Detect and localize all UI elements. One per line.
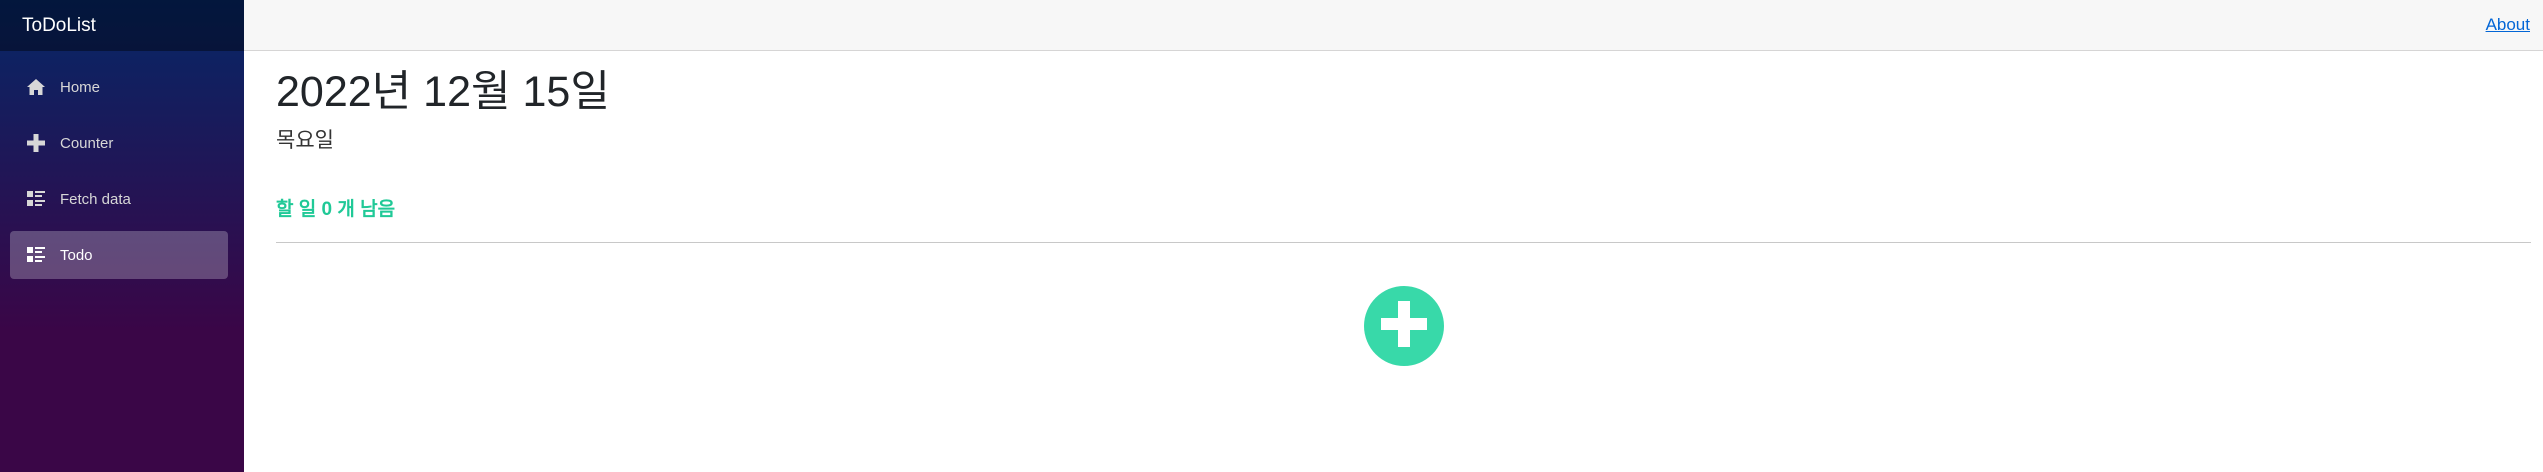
app-root: ToDoList Home Counter Fetch data Todo Ab… [0, 0, 2543, 472]
add-todo-button[interactable] [1364, 286, 1444, 366]
sidebar-item-todo[interactable]: Todo [10, 231, 228, 279]
sidebar-item-label: Fetch data [60, 190, 131, 208]
sidebar-item-label: Todo [60, 246, 93, 264]
home-icon [26, 77, 46, 97]
sidebar-item-fetch-data[interactable]: Fetch data [10, 175, 228, 223]
list-rich-icon [26, 245, 46, 265]
tasks-remaining: 할 일 0 개 남음 [276, 199, 396, 221]
weekday-label: 목요일 [276, 129, 334, 153]
sidebar-item-label: Counter [60, 134, 114, 152]
brand-link[interactable]: ToDoList [22, 15, 96, 37]
header-divider [276, 242, 2531, 244]
list-rich-icon [26, 189, 46, 209]
date-title: 2022년 12월 15일 [276, 68, 610, 116]
sidebar: ToDoList Home Counter Fetch data Todo [0, 0, 244, 472]
sidebar-item-home[interactable]: Home [10, 63, 228, 111]
sidebar-nav: Home Counter Fetch data Todo [0, 51, 244, 279]
todo-template: 2022년 12월 15일 목요일 할 일 0 개 남음 [244, 51, 2543, 366]
sidebar-item-label: Home [60, 78, 101, 96]
sidebar-item-counter[interactable]: Counter [10, 119, 228, 167]
about-link[interactable]: About [2486, 15, 2530, 35]
plus-icon [26, 133, 46, 153]
brand-bar: ToDoList [0, 0, 244, 51]
main-area: About 2022년 12월 15일 목요일 할 일 0 개 남음 [244, 0, 2543, 472]
top-row: About [244, 0, 2543, 51]
plus-icon [1379, 299, 1429, 354]
